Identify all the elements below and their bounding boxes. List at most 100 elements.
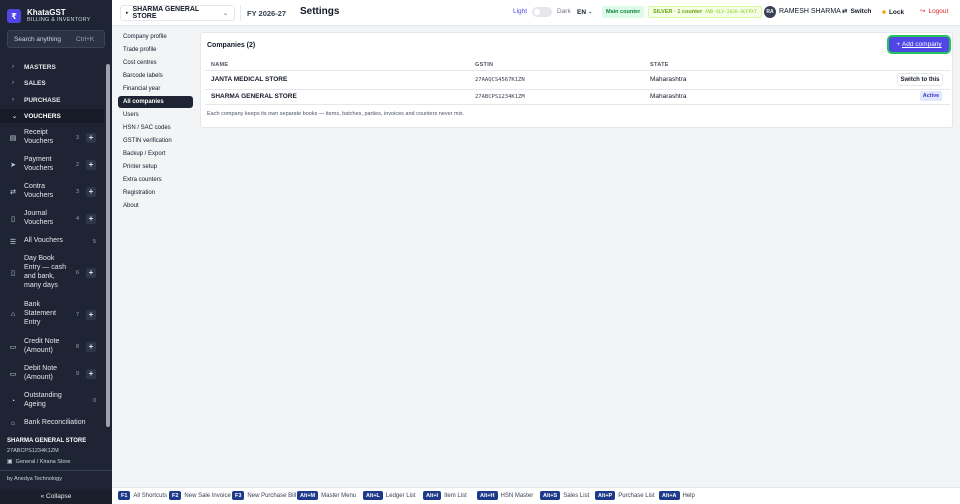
- company-name: SHARMA GENERAL STORE: [211, 93, 297, 100]
- sidebar-item-all-vouchers[interactable]: ☰ All Vouchers 5: [0, 237, 104, 246]
- shortcut-purchase-list[interactable]: Alt+P Purchase List: [595, 491, 655, 500]
- theme-dark-label[interactable]: Dark: [557, 8, 571, 15]
- add-receipt-button[interactable]: +: [86, 133, 96, 143]
- lock-button[interactable]: ■ Lock: [882, 6, 916, 19]
- settings-item-financial-year[interactable]: Financial year: [118, 83, 193, 95]
- logout-icon: ↪: [920, 8, 926, 15]
- search-input[interactable]: [14, 35, 74, 43]
- sidebar-item-receipt-vouchers[interactable]: ▤ Receipt Vouchers 3 +: [0, 129, 104, 147]
- add-debit-note-button[interactable]: +: [86, 369, 96, 379]
- sidebar-search[interactable]: Ctrl+K: [7, 30, 105, 48]
- sidebar-scrollbar[interactable]: [106, 64, 110, 427]
- settings-item-backup-export[interactable]: Backup / Export: [118, 148, 193, 160]
- shortcut-key: F2: [169, 491, 182, 500]
- sidebar-item-bank-statement-entry[interactable]: ⌂ Bank Statement Entry 7 +: [0, 301, 104, 328]
- sidebar-item-journal-vouchers[interactable]: ▯ Journal Vouchers 4 +: [0, 210, 104, 228]
- settings-item-all-companies[interactable]: All companies: [118, 96, 193, 108]
- company-selector[interactable]: ▸ SHARMA GENERAL STORE ⌄: [120, 5, 235, 21]
- shortcut-key: Alt+P: [595, 491, 616, 500]
- add-contra-button[interactable]: +: [86, 187, 96, 197]
- brand[interactable]: ₹ KhataGST BILLING & INVENTORY: [7, 6, 91, 26]
- settings-item-trade-profile[interactable]: Trade profile: [118, 44, 193, 56]
- settings-item-users[interactable]: Users: [118, 109, 193, 121]
- logout-button[interactable]: ↪ Logout: [920, 7, 949, 16]
- theme-light-label[interactable]: Light: [513, 8, 527, 15]
- sidebar-section-vouchers[interactable]: ⌄ VOUCHERS: [0, 109, 104, 123]
- shortcut-help[interactable]: Alt+A Help: [659, 491, 695, 500]
- footer-gstin: 27ABCPS1234K1ZM: [7, 448, 59, 454]
- shortcut-number: 0: [93, 398, 97, 404]
- shortcut-all-shortcuts[interactable]: F1 All Shortcuts: [118, 491, 167, 500]
- company-name: JANTA MEDICAL STORE: [211, 76, 288, 83]
- shortcut-master-menu[interactable]: Alt+M Master Menu: [297, 491, 356, 500]
- shortcut-item-list[interactable]: Alt+I Item List: [423, 491, 467, 500]
- company-state: Maharashtra: [650, 93, 687, 100]
- sidebar-section-masters[interactable]: › MASTERS: [0, 60, 104, 74]
- sidebar-item-payment-vouchers[interactable]: ➤ Payment Vouchers 2 +: [0, 156, 104, 174]
- sidebar-item-credit-note[interactable]: ▭ Credit Note (Amount) 8 +: [0, 338, 104, 356]
- sidebar-item-debit-note[interactable]: ▭ Debit Note (Amount) 9 +: [0, 365, 104, 383]
- sidebar-section-purchase[interactable]: › PURCHASE: [0, 93, 104, 107]
- sidebar-item-day-book-entry[interactable]: ▯ Day Book Entry — cash and bank, many d…: [0, 255, 104, 291]
- section-label: VOUCHERS: [24, 112, 61, 120]
- sidebar-item-contra-vouchers[interactable]: ⇄ Contra Vouchers 3 +: [0, 183, 104, 201]
- bank-icon: ⌂: [10, 420, 16, 427]
- settings-item-cost-centres[interactable]: Cost centres: [118, 57, 193, 69]
- shortcut-ledger-list[interactable]: Alt+L Ledger List: [363, 491, 416, 500]
- panel-title: Companies (2): [207, 42, 256, 49]
- add-payment-button[interactable]: +: [86, 160, 96, 170]
- settings-item-printer-setup[interactable]: Printer setup: [118, 161, 193, 173]
- license-key: AND-SLV-2026-AEFPXT: [705, 9, 757, 15]
- switch-to-company-button[interactable]: Switch to this: [897, 73, 943, 86]
- settings-item-about[interactable]: About: [118, 200, 193, 212]
- language-selector[interactable]: EN ⌄: [577, 6, 597, 18]
- sidebar-item-bank-reconciliation[interactable]: ⌂ Bank Reconciliation: [0, 419, 104, 428]
- license-plan: SILVER · 1 counter: [653, 9, 703, 15]
- switch-user-button[interactable]: ⇄ Switch: [842, 7, 871, 16]
- shortcut-label: New Sale Invoice: [184, 492, 231, 499]
- financial-year-selector[interactable]: FY 2026-27: [240, 5, 292, 21]
- settings-item-barcode-labels[interactable]: Barcode labels: [118, 70, 193, 82]
- sidebar-item-label: Bank Reconciliation: [24, 419, 86, 427]
- settings-item-gstin-verification[interactable]: GSTIN verification: [118, 135, 193, 147]
- divider: [205, 104, 950, 105]
- shortcut-hsn-master[interactable]: Alt+H HSN Master: [477, 491, 533, 500]
- settings-item-registration[interactable]: Registration: [118, 187, 193, 199]
- theme-toggle[interactable]: [532, 7, 552, 17]
- add-journal-button[interactable]: +: [86, 214, 96, 224]
- shortcut-label: HSN Master: [500, 492, 534, 499]
- settings-item-company-profile[interactable]: Company profile: [118, 31, 193, 43]
- footer-business-type: ▣ General / Kirana Store: [7, 458, 71, 466]
- section-label: MASTERS: [24, 63, 56, 71]
- shortcut-new-purchase-bill[interactable]: F3 New Purchase Bill: [232, 491, 296, 500]
- shortcut-number: 4: [76, 216, 80, 222]
- shortcut-label: Sales List: [563, 492, 590, 499]
- add-bank-statement-button[interactable]: +: [86, 309, 96, 320]
- sidebar-item-label: All Vouchers: [24, 237, 63, 245]
- settings-item-hsn-sac-codes[interactable]: HSN / SAC codes: [118, 122, 193, 134]
- chevron-icon: ▸: [126, 10, 129, 16]
- shortcut-label: Ledger List: [385, 492, 416, 499]
- sidebar-item-label: Journal Vouchers: [24, 210, 54, 226]
- book-icon: ▯: [11, 270, 15, 277]
- lock-label: Lock: [888, 9, 905, 16]
- business-type-label: General / Kirana Store: [15, 458, 71, 465]
- add-credit-note-button[interactable]: +: [86, 342, 96, 352]
- note-icon: ▭: [9, 371, 17, 378]
- shortcut-key: Alt+M: [297, 491, 319, 500]
- shortcut-sales-list[interactable]: Alt+S Sales List: [540, 491, 589, 500]
- avatar[interactable]: RA: [764, 6, 776, 18]
- collapse-sidebar-button[interactable]: « Collapse: [0, 490, 112, 504]
- shortcut-number: 3: [76, 135, 80, 141]
- bank-icon: ⌂: [10, 311, 16, 318]
- add-company-button[interactable]: + Add company: [889, 37, 949, 52]
- sidebar-section-sales[interactable]: › SALES: [0, 76, 104, 90]
- add-day-book-button[interactable]: +: [86, 268, 96, 278]
- user-name[interactable]: RAMESH SHARMA: [779, 8, 841, 15]
- sidebar-item-outstanding-ageing[interactable]: ◔ Outstanding Ageing 0: [0, 392, 104, 410]
- logout-label: Logout: [928, 7, 949, 15]
- company-selector-label: SHARMA GENERAL STORE: [132, 6, 200, 20]
- shortcut-new-sale-invoice[interactable]: F2 New Sale Invoice: [169, 491, 231, 500]
- settings-item-extra-counters[interactable]: Extra counters: [118, 174, 193, 186]
- shortcut-key: F3: [232, 491, 245, 500]
